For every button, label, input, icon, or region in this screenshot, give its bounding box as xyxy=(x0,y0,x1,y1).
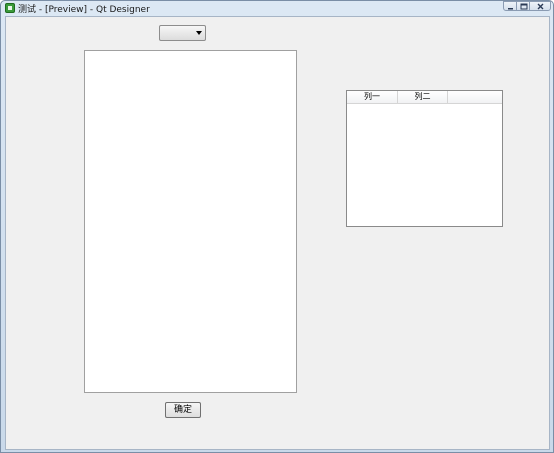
ok-button[interactable]: 确定 xyxy=(165,402,201,418)
table-widget[interactable]: 列一 列二 xyxy=(346,90,503,227)
column-header-1[interactable]: 列一 xyxy=(347,91,398,103)
title-bar[interactable]: 测试 - [Preview] - Qt Designer xyxy=(1,1,553,15)
list-widget[interactable] xyxy=(84,50,297,393)
maximize-button[interactable] xyxy=(516,1,530,11)
qt-designer-app-icon xyxy=(5,3,15,13)
column-header-2[interactable]: 列二 xyxy=(398,91,448,103)
combo-box[interactable] xyxy=(159,25,206,41)
window-title: 测试 - [Preview] - Qt Designer xyxy=(18,5,150,15)
close-icon xyxy=(537,3,544,10)
table-header: 列一 列二 xyxy=(347,91,502,104)
close-button[interactable] xyxy=(529,1,551,11)
dropdown-arrow-icon[interactable] xyxy=(196,31,202,35)
minimize-button[interactable] xyxy=(503,1,517,11)
